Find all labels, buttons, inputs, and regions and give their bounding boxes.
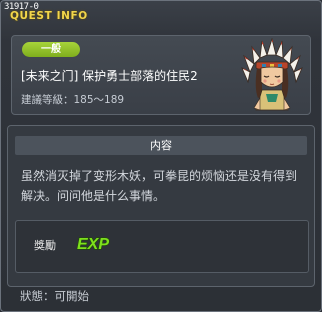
quest-description: 虽然消灭掉了变形木妖，可拳昆的烦恼还是没有得到解决。问问他是什么事情。 (21, 169, 298, 203)
content-section-header: 内容 (15, 136, 307, 155)
exp-icon: EXP (76, 235, 110, 253)
quest-name: [未来之门] 保护勇士部落的住民2 (21, 69, 198, 83)
reward-box: 獎勵 EXP (15, 220, 309, 273)
quest-status: 狀態：可開始 (20, 289, 89, 303)
chieftain-portrait-icon (241, 38, 303, 111)
recommended-level: 建議等級：185～189 (21, 94, 125, 106)
window-title: QUEST INFO (10, 10, 88, 22)
exp-icon-text: EXP (77, 236, 109, 253)
category-badge: 一般 (22, 42, 80, 57)
quest-header-panel: 一般 [未来之门] 保护勇士部落的住民2 建議等級：185～189 (11, 35, 311, 115)
content-panel: 内容 虽然消灭掉了变形木妖，可拳昆的烦恼还是没有得到解决。问问他是什么事情。 獎… (7, 125, 315, 287)
quest-info-window: 31917-0 QUEST INFO 一般 [未来之门] 保护勇士部落的住民2 … (0, 0, 322, 312)
reward-label: 獎勵 (34, 239, 56, 252)
